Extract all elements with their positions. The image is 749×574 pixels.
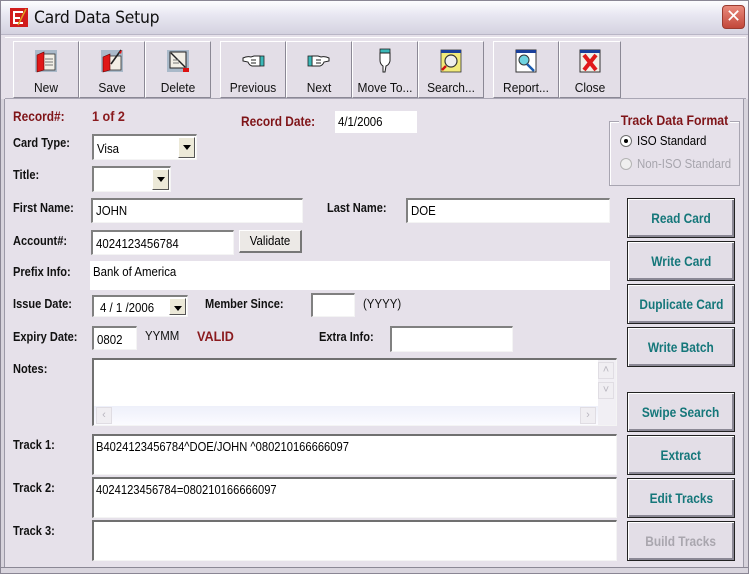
last-name-field[interactable]: DOE (406, 198, 610, 223)
card-type-select[interactable]: Visa (92, 134, 197, 160)
scroll-right-icon[interactable]: › (580, 407, 596, 424)
window-title: Card Data Setup (34, 8, 160, 28)
save-record-icon (101, 49, 123, 73)
save-label: Save (98, 80, 126, 95)
chevron-down-icon[interactable] (169, 298, 186, 315)
issue-date-picker[interactable]: 4 / 1 /2006 (92, 295, 188, 317)
track-data-format-group: Track Data Format ISO Standard Non-ISO S… (609, 112, 740, 186)
extra-info-label: Extra Info: (319, 329, 374, 344)
pointing-hand-right-icon (307, 55, 330, 67)
window-close-button[interactable]: ✕ (722, 5, 745, 29)
search-document-icon (440, 49, 462, 73)
prefix-info-field[interactable]: Bank of America (90, 261, 610, 290)
member-since-field[interactable] (311, 293, 355, 317)
notes-label: Notes: (13, 361, 48, 376)
track3-field[interactable] (92, 520, 617, 561)
first-name-field[interactable]: JOHN (91, 198, 303, 223)
app-icon (10, 8, 28, 27)
delete-button[interactable]: Delete (145, 41, 211, 98)
track1-label: Track 1: (13, 437, 55, 452)
issue-date-label: Issue Date: (13, 296, 72, 311)
right-frame (743, 99, 748, 569)
non-iso-standard-radio[interactable] (620, 158, 632, 170)
title-select[interactable] (92, 166, 171, 192)
expiry-format-hint: YYMM (145, 328, 180, 343)
last-name-label: Last Name: (327, 200, 387, 215)
track3-label: Track 3: (13, 523, 55, 538)
toolbar: New Save Delete Previous Next Move To...… (5, 37, 746, 99)
write-batch-button[interactable]: Write Batch (627, 327, 735, 367)
track1-field[interactable]: B4024123456784^DOE/JOHN ^080210166666097 (92, 434, 617, 475)
delete-record-icon (167, 50, 189, 72)
move-to-button[interactable]: Move To... (352, 41, 418, 98)
non-iso-standard-label: Non-ISO Standard (637, 156, 732, 171)
member-since-hint: (YYYY) (363, 296, 402, 311)
account-field[interactable]: 4024123456784 (91, 230, 234, 255)
card-type-label: Card Type: (13, 135, 70, 150)
extra-info-field[interactable] (390, 326, 513, 352)
report-magnifier-icon (515, 49, 537, 73)
move-to-label: Move To... (357, 80, 413, 95)
iso-standard-radio[interactable] (620, 135, 632, 147)
bottom-frame (1, 567, 748, 573)
report-label: Report... (503, 80, 549, 95)
chevron-down-icon[interactable] (152, 169, 169, 190)
close-button[interactable]: Close (559, 41, 621, 98)
extract-button[interactable]: Extract (627, 435, 735, 475)
duplicate-card-button[interactable]: Duplicate Card (627, 284, 735, 324)
close-red-x-icon (579, 49, 601, 73)
title-bar: Card Data Setup ✕ (1, 1, 748, 35)
pointing-hand-down-icon (379, 48, 391, 73)
scroll-left-icon[interactable]: ‹ (96, 407, 112, 424)
iso-standard-label: ISO Standard (637, 133, 707, 148)
swipe-search-button[interactable]: Swipe Search (627, 392, 735, 432)
edit-tracks-button[interactable]: Edit Tracks (627, 478, 735, 518)
account-label: Account#: (13, 233, 68, 248)
record-value: 1 of 2 (92, 108, 125, 124)
track-data-format-legend: Track Data Format (619, 112, 731, 128)
scroll-down-icon[interactable]: ˅ (598, 382, 614, 399)
save-button[interactable]: Save (79, 41, 145, 98)
previous-button[interactable]: Previous (220, 41, 286, 98)
expiry-date-label: Expiry Date: (13, 329, 78, 344)
member-since-label: Member Since: (205, 296, 284, 311)
title-label: Title: (13, 167, 40, 182)
track2-label: Track 2: (13, 480, 55, 495)
close-label: Close (574, 80, 606, 95)
validate-button[interactable]: Validate (239, 230, 302, 253)
next-label: Next (306, 80, 332, 95)
prefix-info-label: Prefix Info: (13, 264, 71, 279)
record-date-label: Record Date: (241, 113, 316, 129)
vertical-scrollbar[interactable]: ˄ ˅ (598, 360, 616, 425)
new-label: New (34, 80, 58, 95)
scroll-up-icon[interactable]: ˄ (598, 362, 614, 379)
search-button[interactable]: Search... (418, 41, 484, 98)
delete-label: Delete (160, 80, 196, 95)
expiry-date-field[interactable]: 0802 (92, 326, 137, 350)
notes-textarea[interactable]: ‹ › ˄ ˅ (92, 358, 617, 426)
report-button[interactable]: Report... (493, 41, 559, 98)
card-data-setup-window: Card Data Setup ✕ New Save Delete Previo… (0, 0, 749, 574)
next-button[interactable]: Next (286, 41, 352, 98)
new-button[interactable]: New (13, 41, 79, 98)
record-label: Record#: (13, 108, 65, 124)
previous-label: Previous (229, 80, 277, 95)
pointing-hand-left-icon (242, 55, 265, 67)
search-label: Search... (427, 80, 475, 95)
new-record-icon (35, 50, 57, 73)
build-tracks-button[interactable]: Build Tracks (627, 521, 735, 561)
expiry-status: VALID (197, 328, 234, 344)
track2-field[interactable]: 4024123456784=080210166666097 (92, 477, 617, 518)
left-frame (1, 99, 5, 569)
first-name-label: First Name: (13, 200, 74, 215)
horizontal-scrollbar[interactable]: ‹ › (94, 406, 598, 425)
write-card-button[interactable]: Write Card (627, 241, 735, 281)
record-date-field[interactable]: 4/1/2006 (335, 111, 417, 133)
chevron-down-icon[interactable] (178, 137, 195, 158)
read-card-button[interactable]: Read Card (627, 198, 735, 238)
